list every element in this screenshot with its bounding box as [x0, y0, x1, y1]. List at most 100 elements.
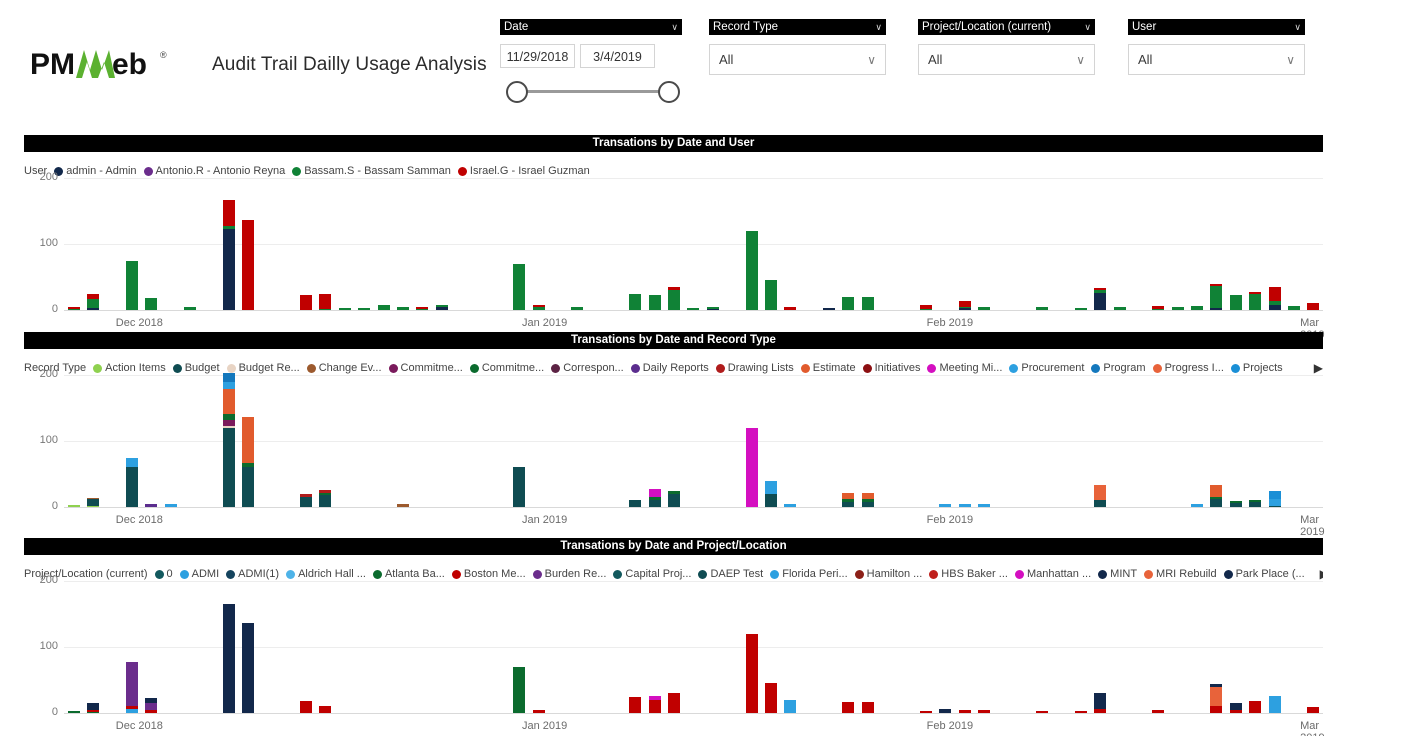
bar-segment[interactable]	[764, 480, 777, 494]
legend-item[interactable]: DAEP Test	[698, 568, 763, 580]
bar-segment[interactable]	[939, 504, 952, 507]
bar-segment[interactable]	[919, 711, 932, 713]
bar-column[interactable]	[745, 230, 758, 310]
bar-segment[interactable]	[1094, 500, 1107, 507]
legend-item[interactable]: Projects	[1230, 362, 1283, 374]
legend-item[interactable]: Antonio.R - Antonio Reyna	[143, 165, 285, 177]
bar-segment[interactable]	[125, 467, 138, 507]
bar-column[interactable]	[706, 307, 719, 310]
bar-segment[interactable]	[1152, 308, 1165, 310]
bar-segment[interactable]	[222, 199, 235, 227]
legend-item[interactable]: Change Ev...	[306, 362, 382, 374]
bar-segment[interactable]	[842, 296, 855, 310]
bar-segment[interactable]	[1229, 703, 1242, 710]
bar-column[interactable]	[300, 701, 313, 713]
bar-column[interactable]	[629, 696, 642, 713]
bar-column[interactable]	[939, 709, 952, 713]
legend-item[interactable]: Aldrich Hall ...	[286, 568, 366, 580]
legend-user[interactable]: User admin - Admin Antonio.R - Antonio Re…	[24, 164, 1323, 178]
bar-segment[interactable]	[300, 497, 313, 507]
bar-segment[interactable]	[319, 706, 332, 713]
bar-segment[interactable]	[842, 501, 855, 507]
bar-column[interactable]	[513, 467, 526, 507]
slider-handle-start[interactable]	[506, 81, 528, 103]
bar-column[interactable]	[784, 306, 797, 310]
slicer-user[interactable]: User ∨ All ∨	[1128, 19, 1305, 75]
bar-segment[interactable]	[145, 503, 158, 507]
legend-item[interactable]: Commitme...	[388, 362, 463, 374]
bar-segment[interactable]	[319, 294, 332, 309]
bar-segment[interactable]	[842, 701, 855, 713]
bar-segment[interactable]	[648, 295, 661, 310]
bar-segment[interactable]	[706, 309, 719, 310]
date-range-slider[interactable]	[500, 79, 682, 103]
legend-item[interactable]: Bassam.S - Bassam Samman	[292, 165, 451, 177]
bar-segment[interactable]	[242, 467, 254, 507]
bar-segment[interactable]	[242, 417, 254, 464]
bar-column[interactable]	[687, 308, 700, 310]
bar-column[interactable]	[1094, 692, 1107, 713]
legend-item[interactable]: ADMI(1)	[226, 568, 279, 580]
bar-segment[interactable]	[745, 427, 758, 507]
bar-segment[interactable]	[377, 305, 390, 310]
bar-segment[interactable]	[648, 500, 661, 507]
bar-column[interactable]	[300, 295, 313, 310]
legend-item[interactable]: Atlanta Ba...	[372, 568, 445, 580]
bar-column[interactable]	[87, 294, 100, 310]
legend-item[interactable]: 0	[154, 568, 173, 580]
bar-segment[interactable]	[435, 307, 448, 310]
bar-segment[interactable]	[978, 307, 991, 310]
bar-segment[interactable]	[300, 295, 313, 310]
bar-column[interactable]	[919, 305, 932, 310]
bar-column[interactable]	[861, 296, 874, 310]
slicer-project-location[interactable]: Project/Location (current) ∨ All ∨	[918, 19, 1095, 75]
legend-item[interactable]: Progress I...	[1152, 362, 1224, 374]
bar-column[interactable]	[784, 504, 797, 507]
bar-segment[interactable]	[668, 289, 681, 310]
bar-segment[interactable]	[222, 388, 235, 414]
bar-segment[interactable]	[1229, 295, 1242, 310]
bar-segment[interactable]	[861, 701, 874, 713]
bar-segment[interactable]	[648, 699, 661, 713]
bar-segment[interactable]	[745, 230, 758, 310]
bar-segment[interactable]	[919, 309, 932, 310]
bar-segment[interactable]	[1074, 711, 1087, 713]
bar-segment[interactable]	[242, 622, 254, 713]
bar-column[interactable]	[648, 695, 661, 713]
bar-segment[interactable]	[358, 308, 371, 310]
bar-column[interactable]	[958, 301, 971, 310]
bar-column[interactable]	[164, 503, 177, 507]
bar-column[interactable]	[668, 286, 681, 310]
bar-column[interactable]	[1191, 306, 1204, 310]
bar-segment[interactable]	[1094, 292, 1107, 310]
bar-segment[interactable]	[784, 504, 797, 507]
bar-column[interactable]	[648, 295, 661, 310]
bar-segment[interactable]	[222, 604, 235, 713]
bar-segment[interactable]	[764, 493, 777, 507]
bar-segment[interactable]	[87, 298, 100, 309]
bar-segment[interactable]	[1307, 303, 1320, 310]
bar-segment[interactable]	[1268, 304, 1281, 310]
legend-next-arrow-icon[interactable]: ▶	[1306, 361, 1323, 375]
bar-segment[interactable]	[125, 260, 138, 310]
slicer-project-location-header[interactable]: Project/Location (current) ∨	[918, 19, 1095, 35]
bar-column[interactable]	[842, 296, 855, 310]
bar-column[interactable]	[1152, 306, 1165, 310]
bar-column[interactable]	[319, 706, 332, 713]
bar-segment[interactable]	[319, 495, 332, 507]
legend-item[interactable]: MINT	[1098, 568, 1137, 580]
bar-segment[interactable]	[1249, 701, 1262, 713]
date-range-inputs[interactable]: 11/29/2018 3/4/2019	[500, 44, 682, 68]
bar-segment[interactable]	[1210, 706, 1223, 713]
bar-column[interactable]	[1036, 711, 1049, 713]
legend-item[interactable]: Hamilton ...	[854, 568, 922, 580]
bar-segment[interactable]	[958, 709, 971, 713]
bar-segment[interactable]	[1249, 501, 1262, 507]
bar-segment[interactable]	[1229, 503, 1242, 507]
bar-segment[interactable]	[1268, 286, 1281, 302]
bar-segment[interactable]	[222, 373, 235, 383]
slicer-user-header[interactable]: User ∨	[1128, 19, 1305, 35]
legend-item[interactable]: Estimate	[800, 362, 856, 374]
bar-segment[interactable]	[222, 427, 235, 507]
user-dropdown[interactable]: All ∨	[1128, 44, 1305, 75]
